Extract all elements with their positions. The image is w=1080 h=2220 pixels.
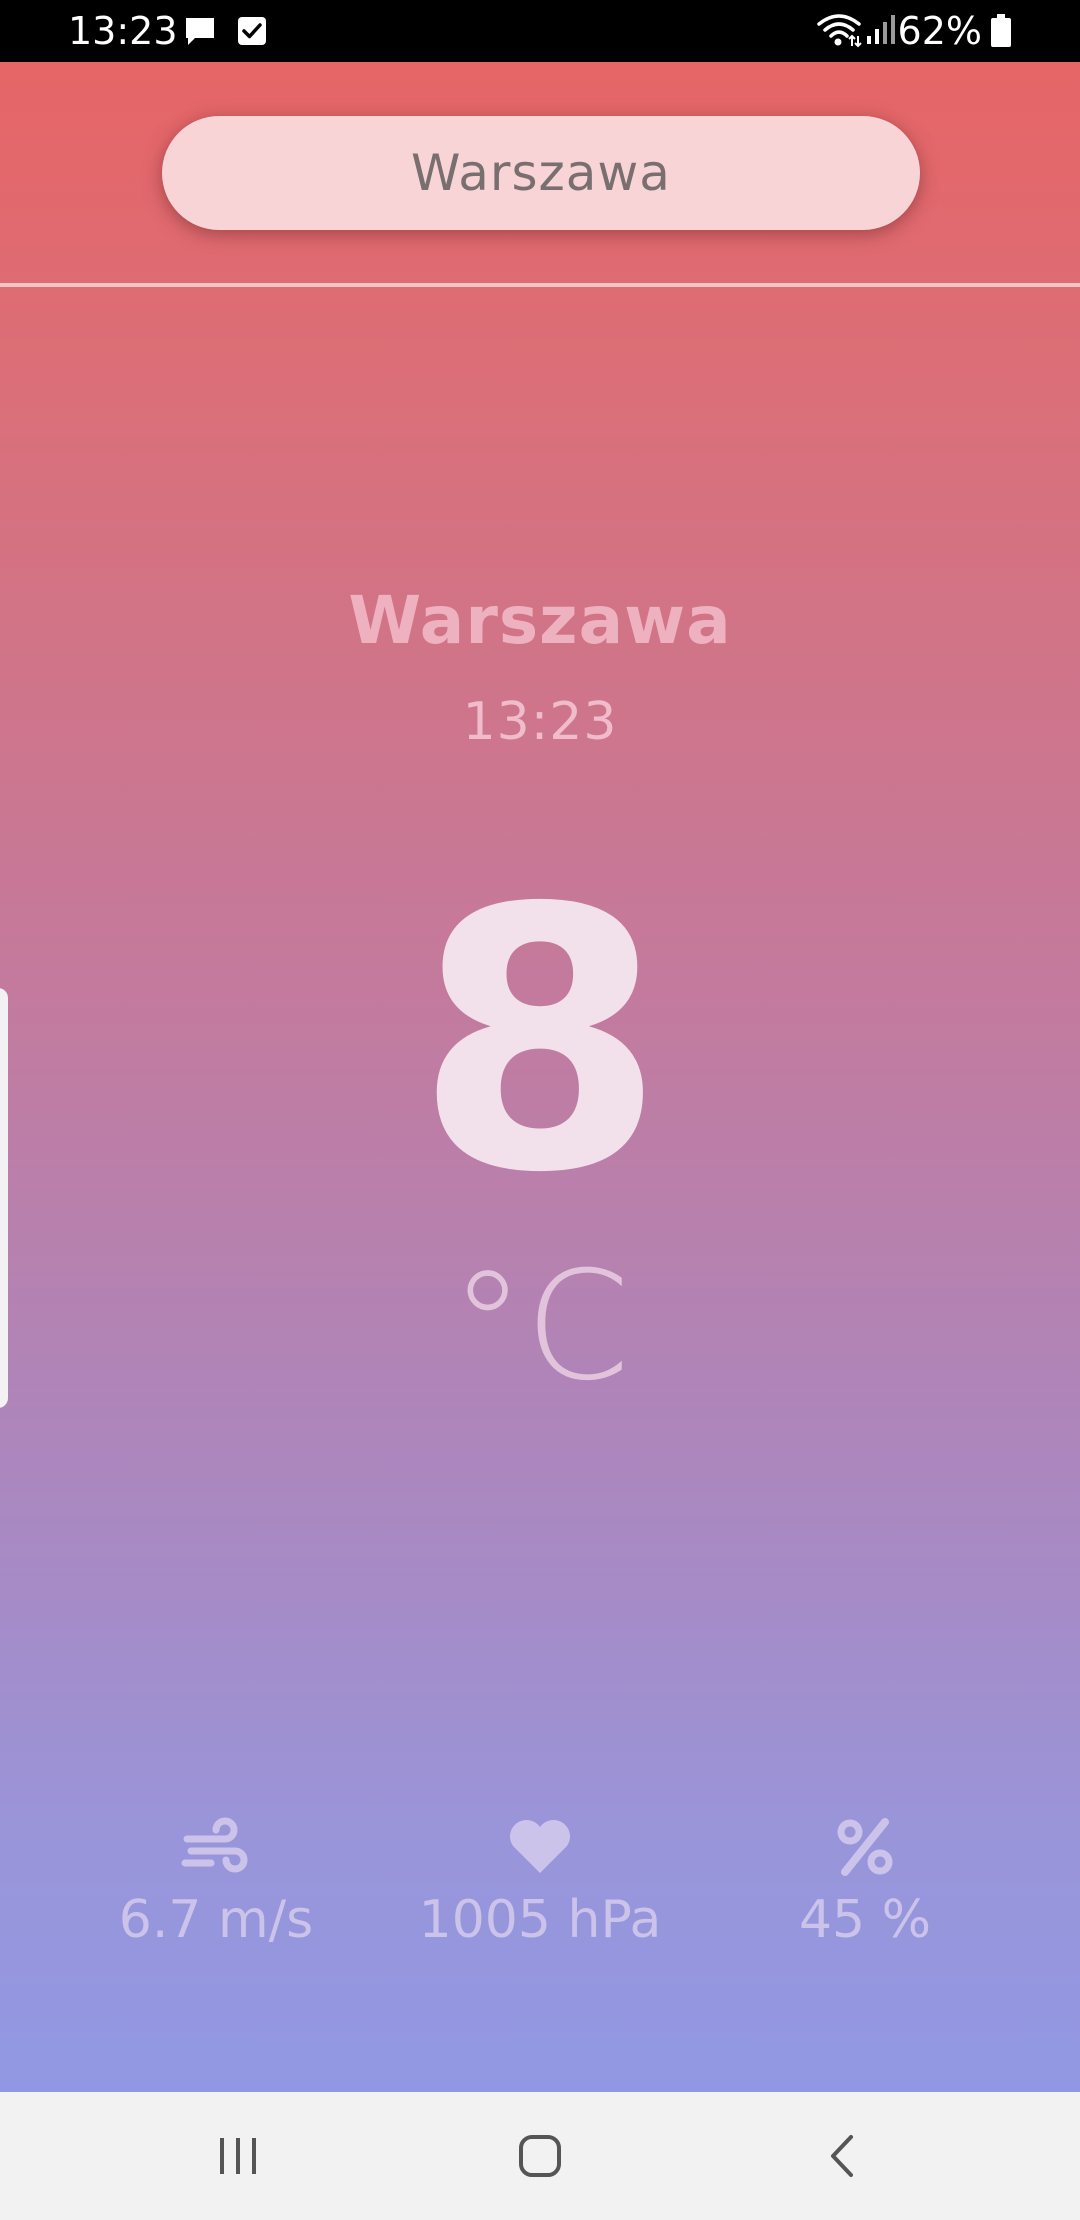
humidity-stat: 45 % <box>715 1812 1015 1950</box>
local-time: 13:23 <box>462 692 618 752</box>
percent-icon <box>837 1818 893 1876</box>
header-divider <box>0 283 1080 287</box>
back-button[interactable] <box>792 2116 892 2196</box>
status-bar: 13:23 62% <box>0 0 1080 62</box>
wifi-icon <box>817 14 862 48</box>
temperature-value: 8 <box>414 832 666 1251</box>
screen: 13:23 62% Warszawa Warszawa 13:23 8 °C 6… <box>0 0 1080 2220</box>
recents-icon <box>220 2138 256 2174</box>
heart-icon <box>509 1819 571 1873</box>
wind-stat: 6.7 m/s <box>66 1812 366 1950</box>
pressure-value: 1005 hPa <box>418 1890 662 1950</box>
city-search-input[interactable] <box>189 143 893 203</box>
wind-icon <box>181 1817 248 1873</box>
city-name: Warszawa <box>348 582 732 659</box>
navigation-bar <box>0 2092 1080 2220</box>
wind-speed-value: 6.7 m/s <box>118 1890 314 1950</box>
battery-icon <box>991 14 1011 47</box>
check-box-icon <box>238 17 266 45</box>
weather-app: Warszawa 13:23 8 °C 6.7 m/s 1005 hPa <box>0 62 1080 2092</box>
back-icon <box>831 2135 853 2177</box>
status-time: 13:23 <box>68 9 178 53</box>
home-icon <box>519 2135 561 2177</box>
message-icon <box>186 18 214 45</box>
humidity-value: 45 % <box>798 1890 932 1950</box>
temperature-unit: °C <box>450 1240 630 1414</box>
home-button[interactable] <box>490 2116 590 2196</box>
battery-percentage: 62% <box>897 9 982 53</box>
signal-icon <box>867 15 895 44</box>
pressure-stat: 1005 hPa <box>390 1812 690 1950</box>
recents-button[interactable] <box>188 2116 288 2196</box>
search-bar[interactable] <box>162 116 920 230</box>
